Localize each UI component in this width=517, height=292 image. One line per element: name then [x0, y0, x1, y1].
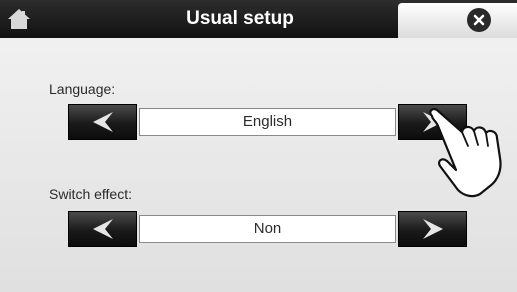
usual-setup-screen: Usual setup Language: English Switch eff…: [0, 0, 517, 292]
language-label: Language:: [49, 81, 116, 97]
arrow-left-icon: [92, 219, 113, 239]
arrow-right-icon: [422, 219, 443, 239]
page-title: Usual setup: [186, 8, 294, 29]
close-tab: [398, 3, 517, 38]
language-selector: English: [68, 104, 468, 140]
hand-pointer-icon: [429, 108, 502, 198]
switch-effect-value: Non: [139, 215, 396, 243]
header-bar: Usual setup: [0, 0, 517, 38]
switch-effect-prev-button[interactable]: [68, 211, 137, 247]
home-icon: [8, 9, 30, 29]
switch-effect-selector: Non: [68, 211, 468, 247]
close-icon: [473, 14, 485, 26]
home-button[interactable]: [0, 0, 38, 38]
close-button[interactable]: [467, 8, 491, 32]
arrow-left-icon: [92, 112, 113, 132]
switch-effect-next-button[interactable]: [398, 211, 467, 247]
switch-effect-label: Switch effect:: [49, 186, 133, 202]
language-value: English: [139, 108, 396, 136]
language-prev-button[interactable]: [68, 104, 137, 140]
